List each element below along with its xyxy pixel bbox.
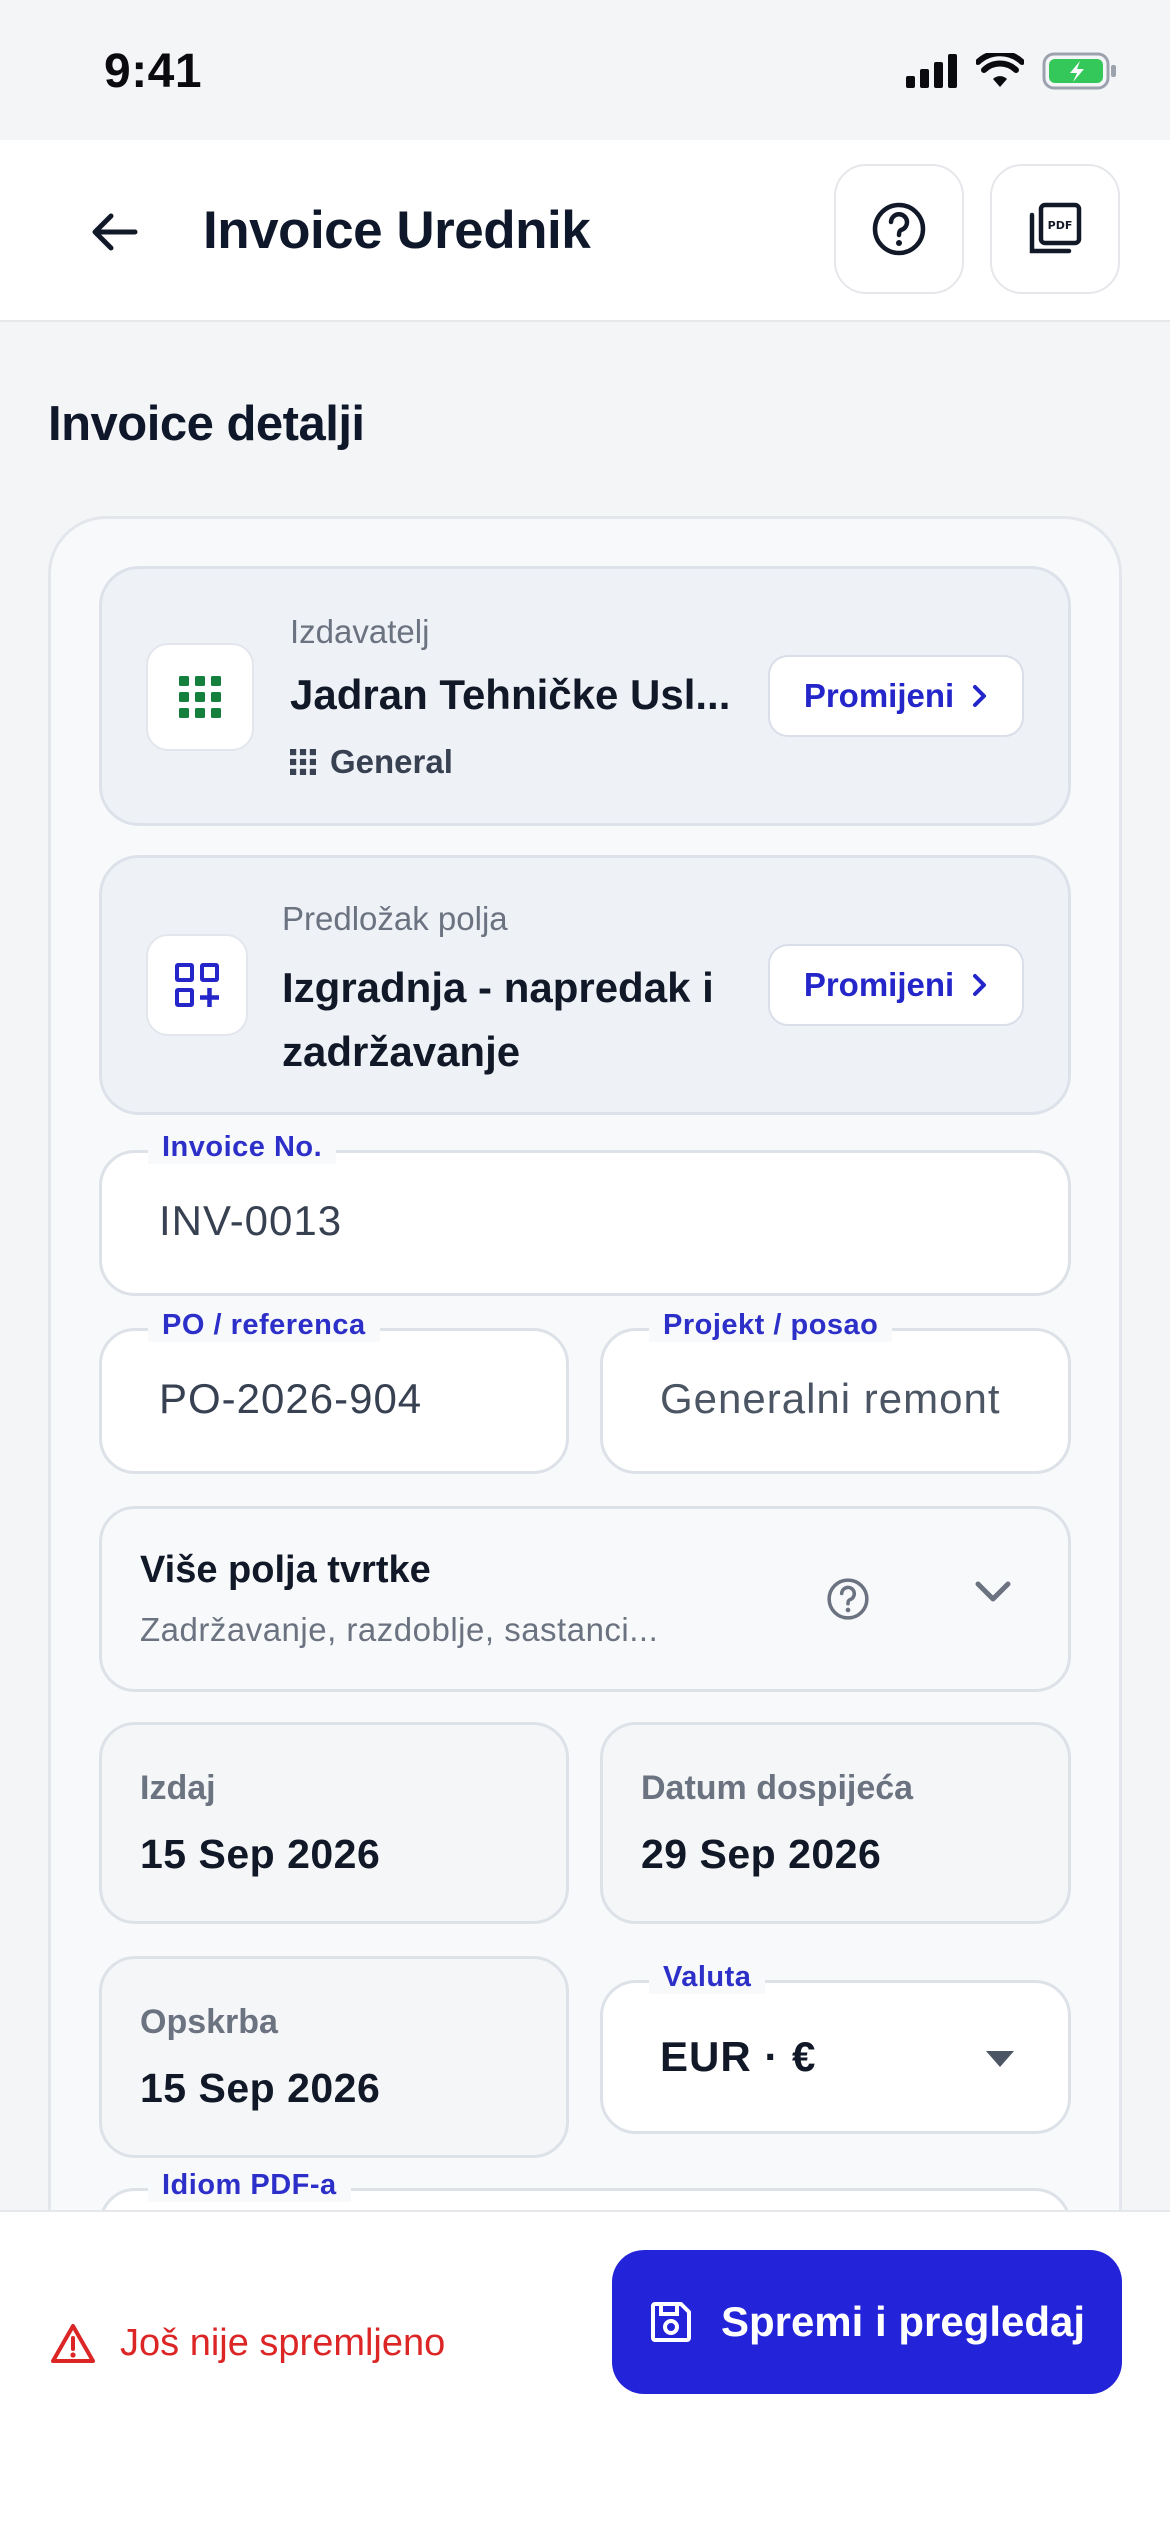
page-title: Invoice Urednik [203,201,591,260]
project-label: Projekt / posao [649,1309,893,1342]
save-and-preview-label: Spremi i pregledaj [720,2298,1086,2345]
caret-down-icon [986,2051,1014,2067]
invoice-number-field[interactable]: Invoice No. INV-0013 [99,1131,1071,1296]
help-button[interactable] [834,164,964,294]
bottom-action-bar: Još nije spremljeno Spremi i pregledaj [0,2210,1170,2532]
issuer-category: General [290,743,453,781]
due-date-value: 29 Sep 2026 [641,1831,882,1877]
issuer-picker: Izdavatelj Jadran Tehničke Usl... Genera… [99,566,1071,826]
save-and-preview-button[interactable]: Spremi i pregledaj [612,2250,1122,2394]
supply-date-field[interactable]: Opskrba 15 Sep 2026 [99,1956,569,2158]
change-template-button[interactable]: Promijeni [768,944,1024,1026]
template-label: Predložak polja [282,900,508,937]
more-fields-title: Više polja tvrtke [140,1549,431,1591]
chevron-right-icon [973,685,987,707]
unsaved-status-text: Još nije spremljeno [120,2322,446,2364]
unsaved-status: Još nije spremljeno [50,2322,445,2365]
invoice-number-value: INV-0013 [159,1197,343,1244]
issuer-icon-box [146,643,254,751]
issuer-category-label: General [330,743,453,780]
pdf-icon: PDF [1029,202,1082,254]
status-time: 9:41 [104,45,203,98]
warning-icon [51,2323,95,2363]
change-template-label: Promijeni [803,966,955,1003]
save-icon [650,2302,691,2342]
issue-date-label: Izdaj [140,1769,216,1807]
project-value: Generalni remont [660,1375,1001,1422]
pdf-language-label: Idiom PDF-a [148,2169,351,2202]
chevron-down-icon [975,1581,1011,1602]
status-bar: 9:41 [0,0,1170,140]
wifi-icon [976,53,1024,87]
svg-text:PDF: PDF [1048,219,1073,232]
qr-add-icon [175,963,219,1007]
status-icons [906,52,1118,90]
pdf-button[interactable]: PDF [990,164,1120,294]
back-button[interactable] [74,192,154,272]
po-reference-field[interactable]: PO / referenca PO-2026-904 [99,1309,569,1474]
section-title: Invoice detalji [48,397,365,451]
supply-date-value: 15 Sep 2026 [140,2065,381,2111]
project-field[interactable]: Projekt / posao Generalni remont [600,1309,1071,1474]
due-date-field[interactable]: Datum dospijeća 29 Sep 2026 [600,1722,1071,1924]
grid-small-icon [290,749,316,775]
invoice-number-label: Invoice No. [148,1131,337,1164]
template-icon-box [146,934,248,1036]
due-date-label: Datum dospijeća [641,1769,914,1807]
currency-select[interactable]: Valuta EUR · € [600,1961,1071,2134]
change-issuer-label: Promijeni [803,677,955,714]
chevron-right-icon [973,974,987,996]
change-issuer-button[interactable]: Promijeni [768,655,1024,737]
battery-icon [1042,52,1116,90]
po-reference-value: PO-2026-904 [159,1375,423,1422]
supply-date-label: Opskrba [140,2003,278,2041]
more-company-fields-toggle[interactable]: Više polja tvrtke Zadržavanje, razdoblje… [99,1506,1071,1692]
currency-label: Valuta [649,1961,766,1994]
grid-icon [179,676,221,718]
help-circle-icon[interactable] [826,1577,870,1621]
issuer-name: Jadran Tehničke Usl... [290,671,731,718]
issue-date-value: 15 Sep 2026 [140,1831,381,1877]
help-circle-icon [872,202,926,256]
template-name: Izgradnja - napredak i zadržavanje [282,964,714,1075]
po-reference-label: PO / referenca [148,1309,380,1342]
more-fields-subtitle: Zadržavanje, razdoblje, sastanci... [140,1611,659,1648]
template-picker: Predložak polja Izgradnja - napredak i z… [99,855,1071,1115]
arrow-left-icon [92,213,138,251]
app-bar: Invoice Urednik PDF [0,140,1170,322]
issue-date-field[interactable]: Izdaj 15 Sep 2026 [99,1722,569,1924]
currency-value: EUR · € [660,2033,817,2080]
issuer-label: Izdavatelj [290,613,430,650]
signal-icon [906,54,957,88]
